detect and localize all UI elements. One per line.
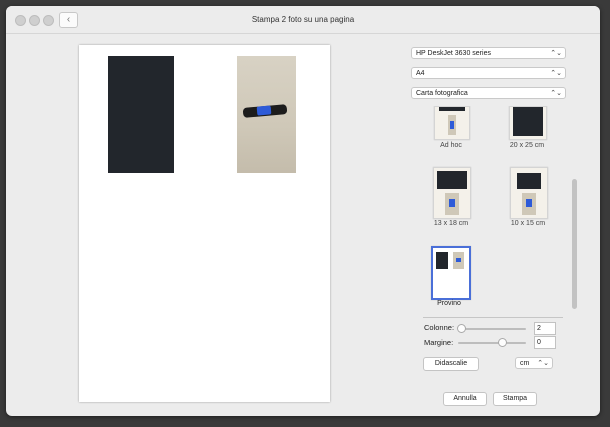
size-thumb-20x25[interactable] [509, 106, 547, 140]
chevron-left-icon: ‹ [66, 14, 71, 25]
size-thumb-10x15[interactable] [510, 167, 548, 219]
captions-button[interactable]: Didascalie [423, 357, 479, 371]
printer-select[interactable]: HP DeskJet 3630 series ⌃⌄ [411, 47, 566, 59]
size-thumb-13x18[interactable] [433, 167, 471, 219]
size-list-scrollbar[interactable] [572, 106, 577, 311]
size-thumb-ad-hoc[interactable] [434, 106, 470, 140]
print-button[interactable]: Stampa [493, 392, 537, 406]
printer-select-value: HP DeskJet 3630 series [416, 50, 491, 57]
back-button[interactable]: ‹ [59, 12, 78, 28]
updown-chevron-icon: ⌃⌄ [550, 90, 562, 97]
size-label: Ad hoc [440, 142, 462, 149]
columns-slider-knob[interactable] [457, 324, 467, 333]
preview-photo-dark [108, 56, 174, 173]
columns-field[interactable]: 2 [534, 322, 556, 335]
cancel-button[interactable]: Annulla [443, 392, 487, 406]
paper-type-select-value: Carta fotografica [416, 90, 468, 97]
preview-photo-usb [237, 56, 296, 173]
window-title: Stampa 2 foto su una pagina [251, 15, 355, 24]
separator [423, 317, 563, 318]
size-thumb-provino[interactable] [431, 246, 471, 300]
updown-chevron-icon: ⌃⌄ [550, 50, 562, 57]
updown-chevron-icon: ⌃⌄ [537, 360, 549, 367]
units-select-value: cm [520, 360, 530, 367]
paper-size-select[interactable]: A4 ⌃⌄ [411, 67, 566, 79]
units-select[interactable]: cm ⌃⌄ [515, 357, 553, 369]
titlebar: Stampa 2 foto su una pagina ‹ [6, 6, 600, 34]
print-size-list[interactable]: Ad hoc 20 x 25 cm 13 x 18 cm 10 x 15 cm … [412, 106, 576, 311]
margin-slider[interactable] [458, 342, 526, 344]
size-label: Provino [437, 300, 461, 307]
paper-size-select-value: A4 [416, 70, 425, 77]
size-label: 10 x 15 cm [510, 220, 546, 227]
scrollbar-thumb[interactable] [572, 179, 577, 309]
page-preview [79, 45, 330, 402]
updown-chevron-icon: ⌃⌄ [550, 70, 562, 77]
usb-drive-accent [256, 105, 272, 116]
paper-type-select[interactable]: Carta fotografica ⌃⌄ [411, 87, 566, 99]
margin-label: Margine: [424, 338, 454, 347]
columns-slider[interactable] [458, 328, 526, 330]
columns-label: Colonne: [424, 323, 455, 332]
size-label: 13 x 18 cm [433, 220, 469, 227]
margin-slider-knob[interactable] [498, 338, 508, 347]
size-label: 20 x 25 cm [509, 142, 545, 149]
print-dialog-window: Stampa 2 foto su una pagina ‹ HP DeskJet… [6, 6, 600, 416]
margin-field[interactable]: 0 [534, 336, 556, 349]
